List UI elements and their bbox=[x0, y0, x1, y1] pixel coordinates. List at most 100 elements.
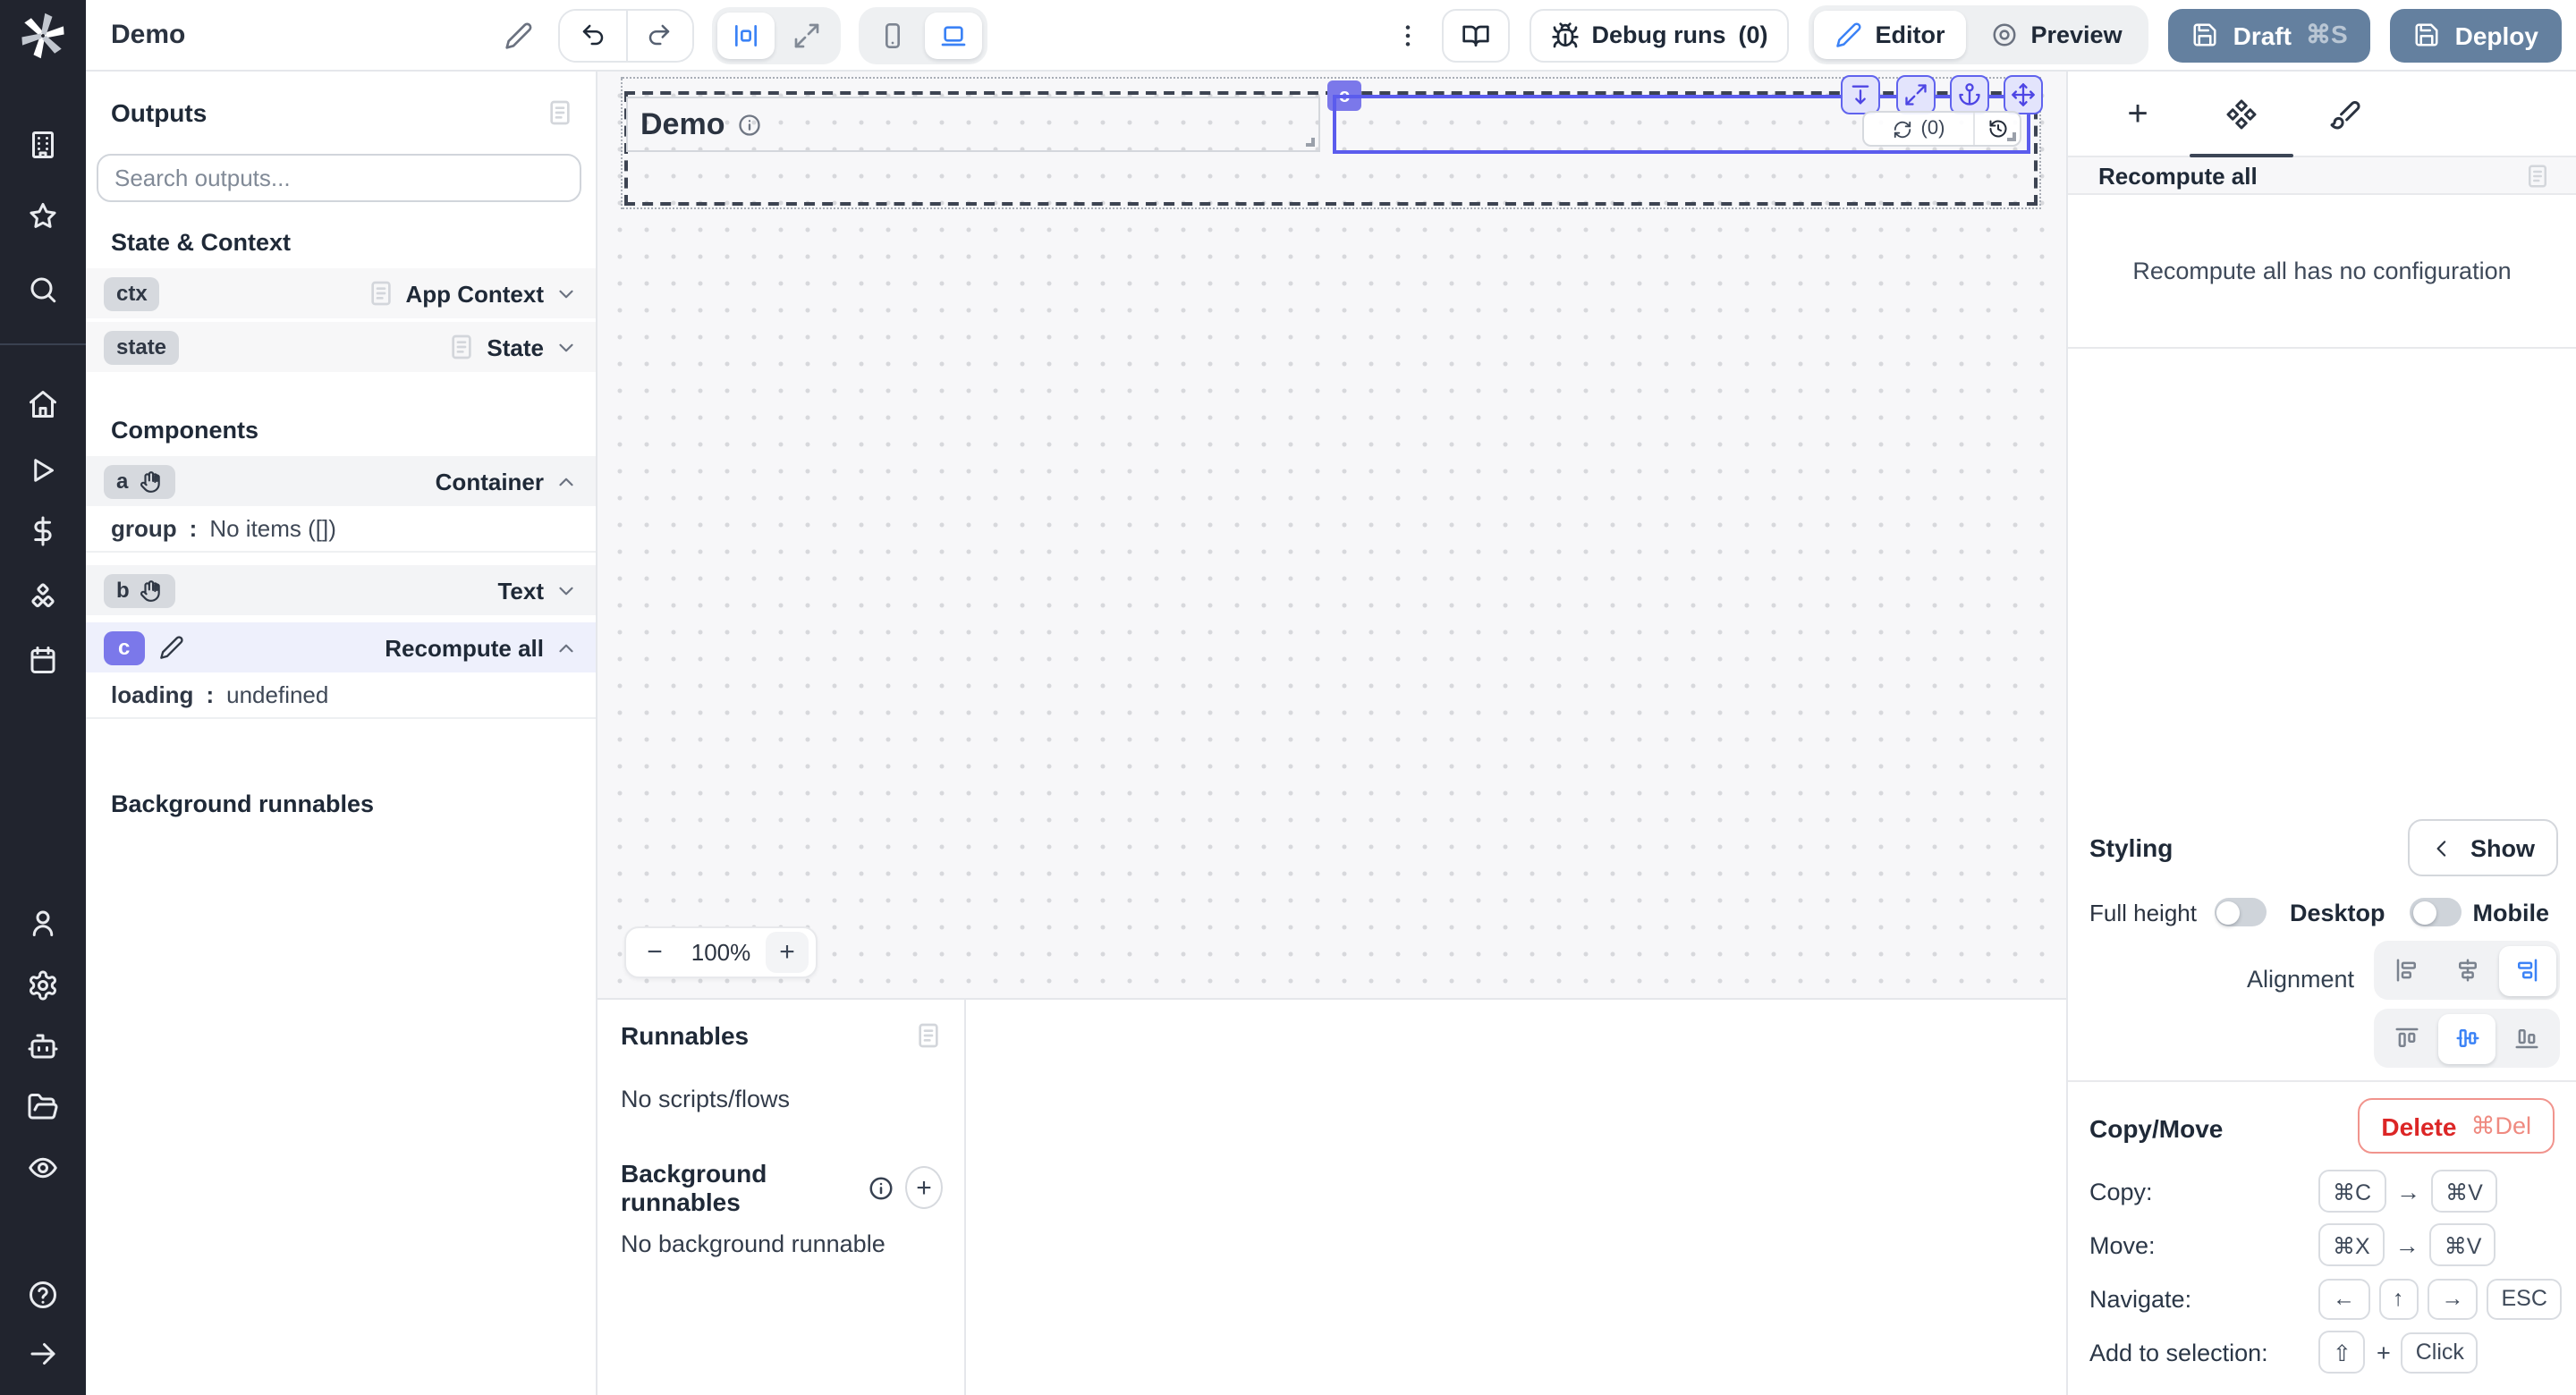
prop-key: loading bbox=[111, 681, 193, 708]
expand-down-button[interactable] bbox=[1841, 75, 1880, 114]
components-heading: Components bbox=[86, 417, 596, 444]
align-right-button[interactable] bbox=[2499, 945, 2555, 995]
resize-handle[interactable] bbox=[2007, 132, 2016, 141]
key-cmd-x: ⌘X bbox=[2318, 1223, 2385, 1266]
audit-eye-icon[interactable] bbox=[27, 1152, 59, 1184]
copy-label: Copy: bbox=[2089, 1178, 2153, 1205]
history-icon[interactable] bbox=[1987, 118, 2008, 140]
chevron-down-icon[interactable] bbox=[555, 282, 578, 305]
state-context-heading: State & Context bbox=[86, 229, 596, 256]
app-canvas[interactable]: Demo c (0) bbox=[597, 72, 2066, 998]
component-row-c[interactable]: c Recompute all bbox=[86, 622, 596, 672]
undo-icon bbox=[579, 21, 606, 48]
info-icon[interactable] bbox=[868, 1174, 894, 1201]
prop-key: group bbox=[111, 515, 177, 542]
chevron-up-icon[interactable] bbox=[555, 636, 578, 659]
deploy-button[interactable]: Deploy bbox=[2391, 8, 2562, 62]
editor-label: Editor bbox=[1876, 21, 1945, 48]
chevron-down-icon[interactable] bbox=[555, 335, 578, 359]
add-background-runnable-button[interactable]: + bbox=[905, 1166, 943, 1209]
tab-component-settings[interactable] bbox=[2190, 72, 2293, 157]
move-label: Move: bbox=[2089, 1231, 2156, 1258]
debug-runs-button[interactable]: Debug runs (0) bbox=[1529, 8, 1789, 62]
anchor-component-button[interactable] bbox=[1949, 75, 1988, 114]
workers-bot-icon[interactable] bbox=[27, 1030, 59, 1062]
prop-separator: : bbox=[206, 681, 214, 708]
zoom-out-button[interactable]: − bbox=[633, 932, 676, 973]
full-height-toggle[interactable] bbox=[2215, 898, 2267, 926]
help-icon[interactable] bbox=[27, 1279, 59, 1311]
text-component-b[interactable]: Demo bbox=[626, 97, 1320, 152]
chevron-down-icon[interactable] bbox=[555, 579, 578, 602]
draft-button[interactable]: Draft ⌘S bbox=[2169, 8, 2371, 62]
component-row-a[interactable]: a Container bbox=[86, 456, 596, 506]
mobile-view-button[interactable] bbox=[863, 12, 920, 58]
full-width-button[interactable] bbox=[777, 12, 835, 58]
tab-preview[interactable]: Preview bbox=[1970, 11, 2144, 59]
docs-button[interactable] bbox=[1441, 8, 1509, 62]
settings-gear-icon[interactable] bbox=[27, 969, 59, 1002]
edit-id-pencil-icon[interactable] bbox=[158, 635, 183, 660]
align-bottom-button[interactable] bbox=[2499, 1013, 2555, 1063]
smartphone-icon bbox=[877, 21, 906, 49]
component-b-id: b bbox=[116, 578, 130, 603]
schedules-icon[interactable] bbox=[27, 644, 59, 676]
variables-icon[interactable] bbox=[27, 515, 59, 547]
tab-insert-component[interactable]: + bbox=[2086, 72, 2190, 157]
desktop-view-button[interactable] bbox=[924, 12, 981, 58]
ctx-type: App Context bbox=[405, 280, 544, 307]
centered-layout-button[interactable] bbox=[716, 12, 774, 58]
folders-icon[interactable] bbox=[27, 1091, 59, 1123]
align-left-button[interactable] bbox=[2378, 945, 2435, 995]
search-icon[interactable] bbox=[27, 274, 59, 306]
styling-toggles-row: Full height Desktop Mobile bbox=[2089, 894, 2562, 930]
resize-handle[interactable] bbox=[1306, 138, 1315, 147]
key-cmd-v: ⌘V bbox=[2430, 1223, 2496, 1266]
delete-component-button[interactable]: Delete ⌘Del bbox=[2358, 1098, 2555, 1154]
rename-app-icon[interactable] bbox=[504, 21, 532, 49]
align-top-button[interactable] bbox=[2378, 1013, 2435, 1063]
resources-icon[interactable] bbox=[27, 581, 59, 613]
chevron-left-icon bbox=[2431, 836, 2454, 859]
align-middle-button[interactable] bbox=[2438, 1013, 2495, 1063]
windmill-logo-icon[interactable] bbox=[0, 0, 86, 71]
undo-button[interactable] bbox=[559, 10, 625, 60]
group-prop-row[interactable]: group : No items ([]) bbox=[86, 506, 596, 553]
workspace-icon[interactable] bbox=[27, 129, 59, 161]
home-icon[interactable] bbox=[27, 388, 59, 420]
search-outputs-input[interactable] bbox=[114, 165, 564, 191]
loading-prop-row[interactable]: loading : undefined bbox=[86, 672, 596, 719]
app-title: Demo bbox=[111, 20, 185, 50]
chevron-up-icon[interactable] bbox=[555, 469, 578, 493]
tab-editor[interactable]: Editor bbox=[1815, 11, 1967, 59]
zoom-in-button[interactable]: + bbox=[766, 932, 809, 973]
tab-global-styling[interactable] bbox=[2293, 72, 2397, 157]
desktop-toggle[interactable] bbox=[2411, 898, 2462, 926]
key-cmd-c: ⌘C bbox=[2318, 1170, 2385, 1213]
arrow-right-glyph: → bbox=[2396, 1178, 2420, 1205]
fullscreen-component-button[interactable] bbox=[1895, 75, 1935, 114]
panel-doc-icon[interactable] bbox=[546, 98, 574, 127]
runnables-doc-icon[interactable] bbox=[914, 1021, 943, 1050]
info-icon[interactable] bbox=[737, 112, 762, 137]
favorites-icon[interactable] bbox=[27, 200, 59, 232]
ctx-doc-icon bbox=[366, 279, 394, 308]
move-component-button[interactable] bbox=[2003, 75, 2042, 114]
expand-sidebar-icon[interactable] bbox=[27, 1338, 59, 1370]
align-center-button[interactable] bbox=[2438, 945, 2495, 995]
more-menu-icon[interactable] bbox=[1393, 21, 1421, 49]
ctx-row[interactable]: ctx App Context bbox=[86, 268, 596, 318]
editor-center: Demo c (0) bbox=[597, 72, 2066, 1395]
prop-separator: : bbox=[190, 515, 198, 542]
settings-panel: + Recompute all Recompute all has no con… bbox=[2066, 72, 2576, 1395]
recompute-all-widget[interactable]: (0) bbox=[1862, 111, 2021, 147]
user-icon[interactable] bbox=[27, 907, 59, 939]
runs-icon[interactable] bbox=[27, 454, 59, 486]
component-a-type: Container bbox=[436, 468, 544, 495]
state-row[interactable]: state State bbox=[86, 322, 596, 372]
redo-button[interactable] bbox=[625, 10, 691, 60]
show-styling-button[interactable]: Show bbox=[2408, 819, 2558, 876]
sidebar-divider bbox=[0, 343, 86, 345]
config-doc-icon[interactable] bbox=[2524, 162, 2551, 189]
component-row-b[interactable]: b Text bbox=[86, 565, 596, 615]
